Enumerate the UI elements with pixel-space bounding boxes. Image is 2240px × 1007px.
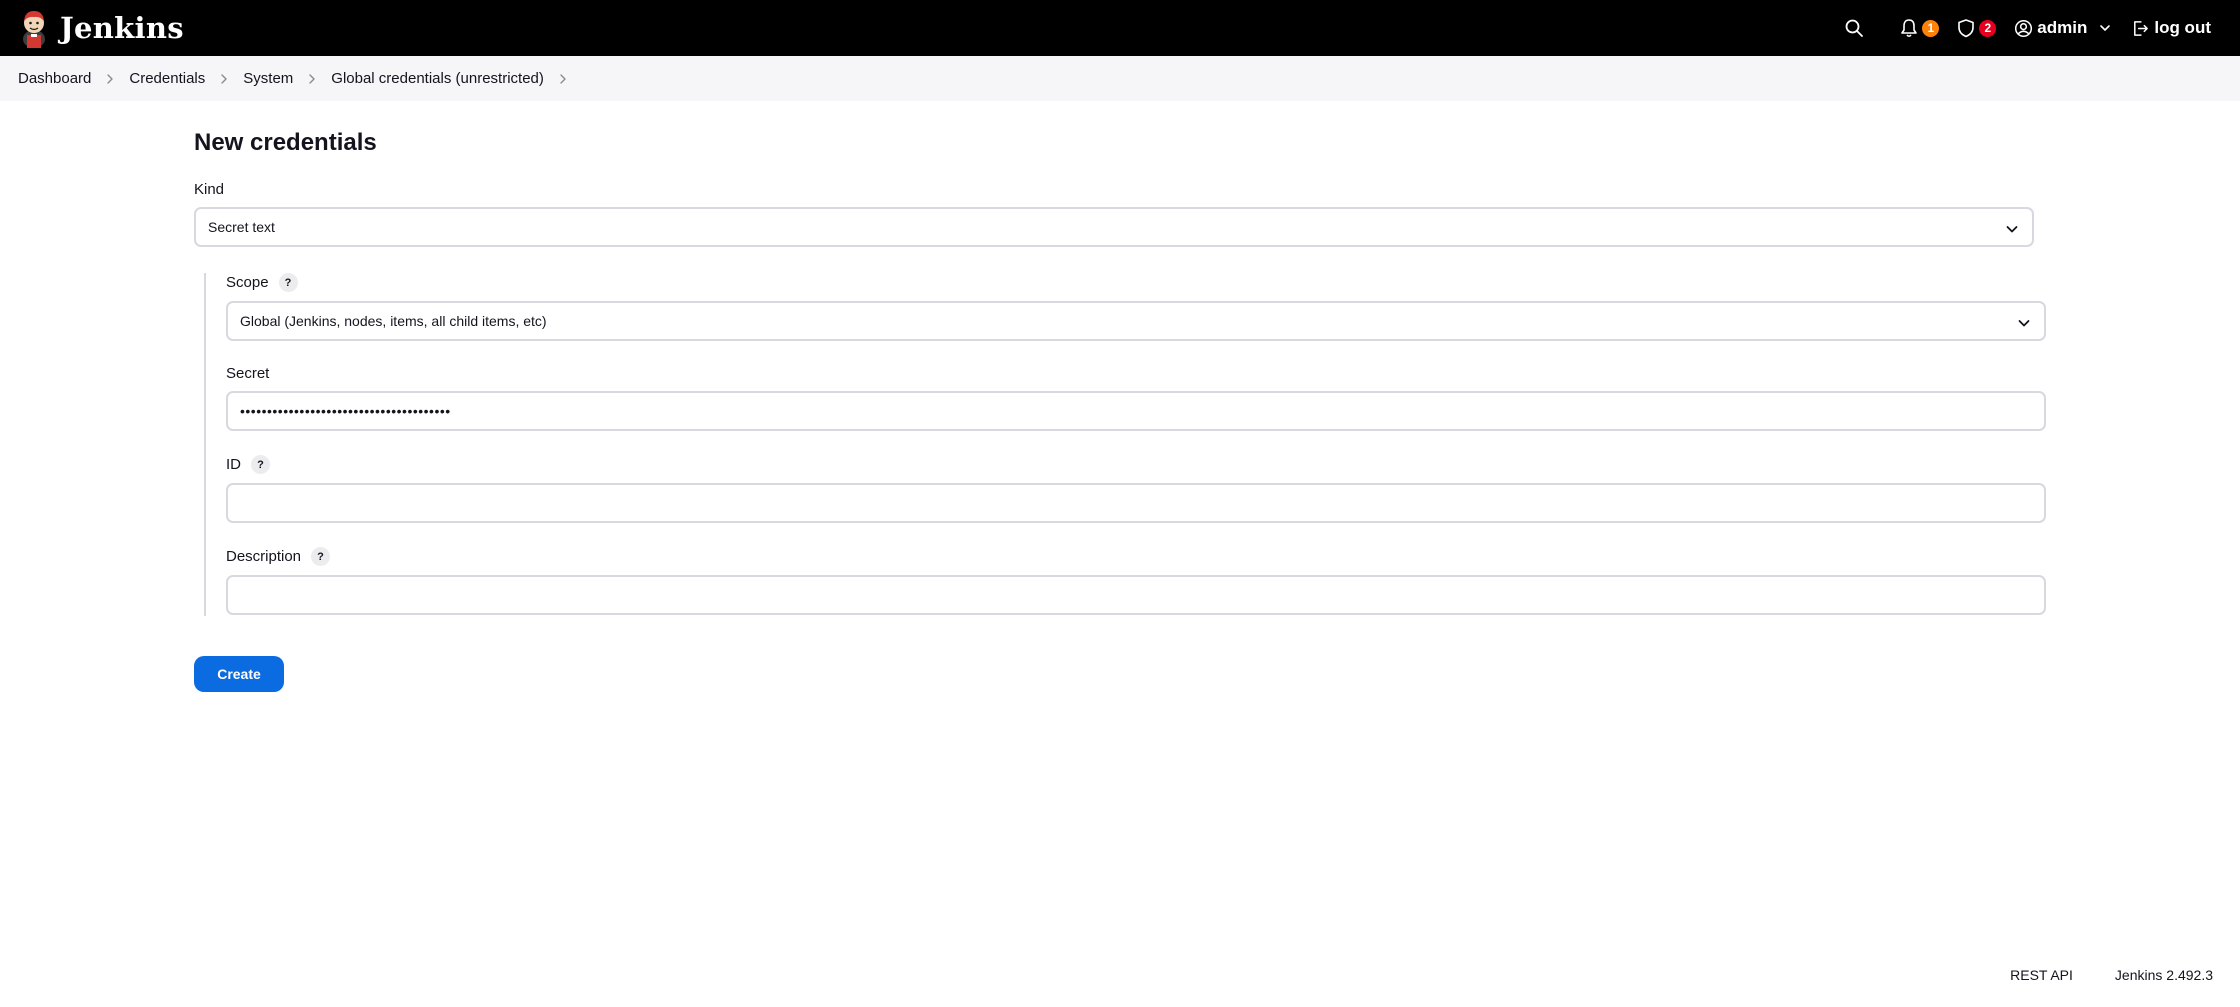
notifications-button[interactable]: 1 — [1891, 8, 1948, 48]
kind-select[interactable]: Secret text — [194, 207, 2034, 247]
rest-api-link[interactable]: REST API — [2010, 967, 2073, 983]
description-label: Description ? — [226, 547, 2044, 566]
id-label: ID ? — [226, 455, 2044, 474]
breadcrumb-system[interactable]: System — [243, 70, 293, 87]
jenkins-version-link[interactable]: Jenkins 2.492.3 — [2115, 967, 2213, 983]
id-field: ID ? — [226, 455, 2046, 523]
kind-label-text: Kind — [194, 181, 225, 198]
secret-label: Secret — [226, 365, 2044, 382]
user-circle-icon — [2015, 19, 2033, 37]
breadcrumb-credentials[interactable]: Credentials — [129, 70, 205, 87]
scope-label-text: Scope — [226, 274, 269, 291]
security-badge: 2 — [1979, 19, 1997, 37]
user-menu-button[interactable]: admin — [2005, 8, 2122, 48]
kind-selected-value: Secret text — [208, 219, 275, 235]
security-button[interactable]: 2 — [1948, 8, 2005, 48]
logout-icon — [2134, 20, 2149, 36]
scope-help-button[interactable]: ? — [278, 273, 298, 292]
secret-masked-value: ••••••••••••••••••••••••••••••••••••••• — [240, 403, 451, 419]
breadcrumb-global-credentials[interactable]: Global credentials (unrestricted) — [331, 70, 544, 87]
breadcrumb-dashboard[interactable]: Dashboard — [18, 70, 91, 87]
chevron-right-icon — [219, 73, 229, 85]
bell-icon — [1901, 19, 1918, 38]
chevron-down-icon — [2018, 320, 2030, 327]
user-name: admin — [2037, 18, 2088, 37]
chevron-right-icon — [307, 73, 317, 85]
main-content: New credentials Kind Secret text Scope ?… — [194, 101, 2046, 692]
shield-icon — [1958, 19, 1975, 38]
notifications-badge: 1 — [1922, 19, 1940, 37]
app-name: Jenkins — [60, 11, 184, 45]
id-input[interactable] — [226, 483, 2046, 523]
search-button[interactable] — [1835, 8, 1873, 48]
scope-label: Scope ? — [226, 273, 2044, 292]
page-title: New credentials — [194, 129, 377, 156]
header-actions: 1 2 admin log out — [1835, 8, 2220, 48]
jenkins-home-link[interactable]: Jenkins — [18, 8, 184, 48]
secret-label-text: Secret — [226, 365, 270, 382]
description-label-text: Description — [226, 548, 302, 565]
scope-selected-value: Global (Jenkins, nodes, items, all child… — [240, 313, 547, 329]
secret-input[interactable]: ••••••••••••••••••••••••••••••••••••••• — [226, 391, 2046, 431]
id-label-text: ID — [226, 456, 241, 473]
jenkins-logo-icon — [23, 11, 45, 48]
chevron-down-icon — [2100, 25, 2111, 31]
description-input[interactable] — [226, 575, 2046, 615]
breadcrumb: Dashboard Credentials System Global cred… — [0, 56, 2240, 101]
logout-button[interactable]: log out — [2122, 8, 2220, 48]
top-header: Jenkins 1 2 admin log out — [0, 0, 2240, 56]
description-field: Description ? — [226, 547, 2046, 615]
create-button[interactable]: Create — [194, 656, 284, 692]
scope-field: Scope ? Global (Jenkins, nodes, items, a… — [226, 273, 2046, 341]
kind-label: Kind — [194, 181, 2044, 198]
kind-options-section: Scope ? Global (Jenkins, nodes, items, a… — [204, 273, 2046, 616]
id-help-button[interactable]: ? — [251, 455, 270, 474]
page-footer: REST API Jenkins 2.492.3 — [2010, 967, 2213, 983]
breadcrumb-menu-chevron-icon[interactable] — [558, 73, 568, 85]
chevron-down-icon — [2006, 226, 2018, 233]
description-help-button[interactable]: ? — [311, 547, 331, 566]
search-icon — [1845, 19, 1864, 37]
secret-field: Secret •••••••••••••••••••••••••••••••••… — [226, 365, 2046, 431]
logout-label: log out — [2154, 18, 2211, 37]
scope-select[interactable]: Global (Jenkins, nodes, items, all child… — [226, 301, 2046, 341]
chevron-right-icon — [105, 73, 115, 85]
